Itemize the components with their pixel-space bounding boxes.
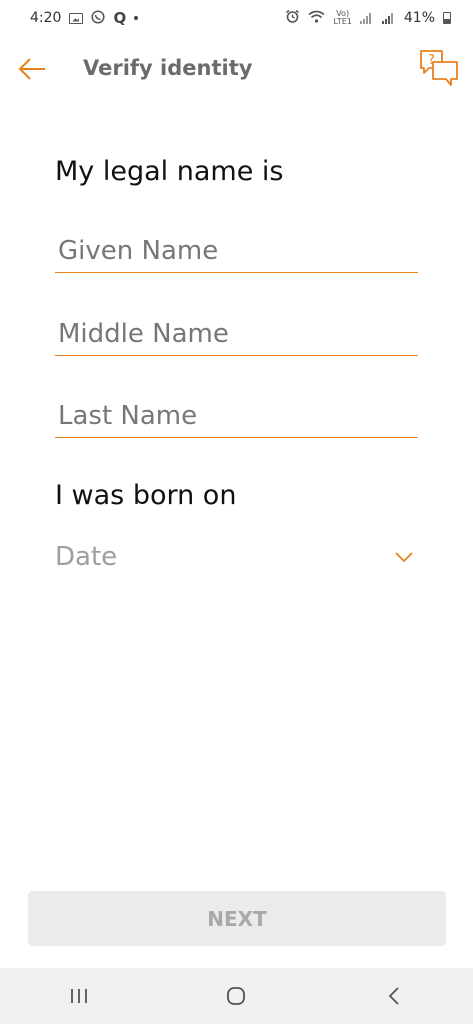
- back-button[interactable]: [14, 54, 50, 84]
- arrow-left-icon: [18, 58, 45, 80]
- given-name-input[interactable]: [55, 229, 418, 272]
- chat-question-icon: ?: [420, 50, 458, 86]
- wifi-icon: [308, 10, 325, 26]
- recents-icon: [70, 989, 87, 1003]
- status-bar: 4:20 Q Vo) LTE1 41%: [0, 0, 473, 36]
- q-icon: Q: [113, 8, 127, 27]
- nav-back-button[interactable]: [364, 972, 424, 1020]
- help-button[interactable]: ?: [419, 48, 461, 90]
- given-name-field[interactable]: [55, 229, 418, 273]
- date-picker[interactable]: Date: [55, 535, 418, 579]
- home-button[interactable]: [206, 972, 266, 1020]
- dot-icon: [134, 16, 139, 20]
- status-right: Vo) LTE1 41%: [285, 9, 451, 27]
- dob-heading: I was born on: [55, 480, 237, 511]
- back-icon: [388, 987, 399, 1005]
- system-nav-bar: [0, 968, 473, 1024]
- last-name-input[interactable]: [55, 394, 418, 437]
- volte-icon: Vo) LTE1: [333, 9, 352, 26]
- middle-name-input[interactable]: [55, 312, 418, 355]
- verify-identity-screen: 4:20 Q Vo) LTE1 41% Verify identity ? My…: [0, 0, 473, 1024]
- recents-button[interactable]: [49, 972, 109, 1020]
- signal-icon: [381, 12, 396, 24]
- status-time: 4:20: [30, 10, 62, 26]
- last-name-field[interactable]: [55, 394, 418, 438]
- chevron-down-icon: [392, 545, 416, 569]
- viber-icon: [91, 9, 106, 27]
- svg-text:?: ?: [428, 53, 435, 68]
- alarm-icon: [285, 9, 300, 27]
- lte-label: LTE1: [333, 17, 352, 26]
- signal-icon: [359, 12, 374, 24]
- date-placeholder: Date: [55, 542, 118, 572]
- status-left: 4:20 Q: [30, 8, 139, 27]
- battery-percent: 41%: [403, 10, 435, 26]
- app-bar: Verify identity ?: [0, 36, 473, 104]
- image-icon: [69, 12, 84, 24]
- next-button[interactable]: NEXT: [28, 891, 446, 946]
- home-icon: [227, 987, 246, 1005]
- middle-name-field[interactable]: [55, 312, 418, 356]
- battery-icon: [443, 12, 451, 24]
- page-title: Verify identity: [83, 56, 253, 80]
- legal-name-heading: My legal name is: [55, 156, 284, 187]
